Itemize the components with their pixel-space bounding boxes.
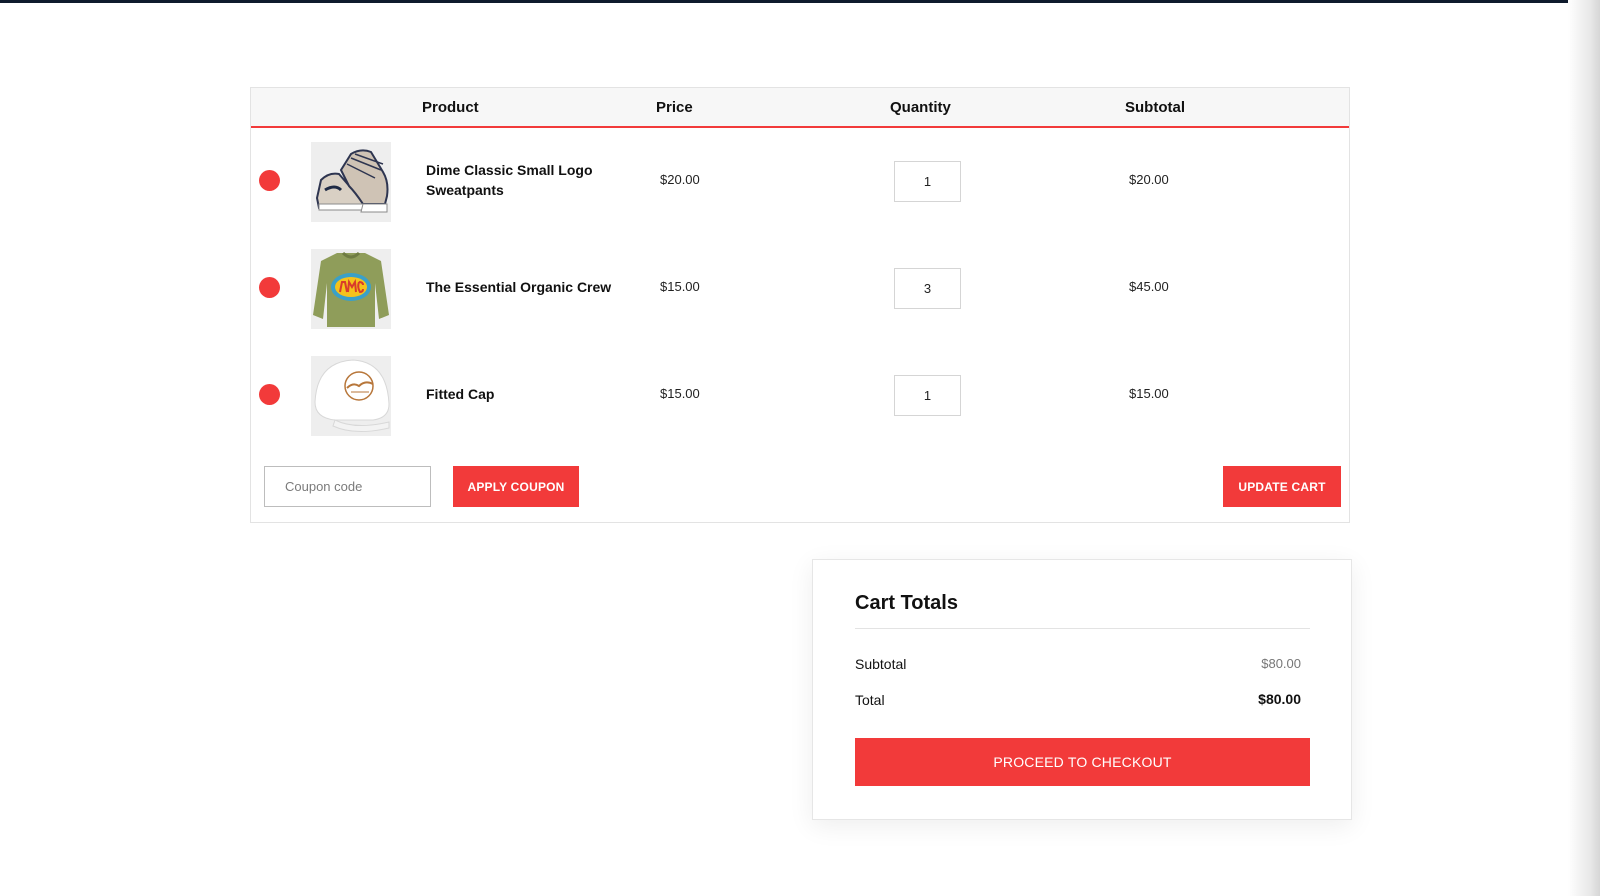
subtotal-label: Subtotal — [855, 656, 907, 672]
cart-totals-panel: Cart Totals Subtotal $80.00 Total $80.00… — [812, 559, 1352, 820]
update-cart-button[interactable]: UPDATE CART — [1223, 466, 1341, 507]
subtotal-value: $80.00 — [1261, 656, 1301, 671]
quantity-input[interactable] — [894, 375, 961, 416]
coupon-code-input[interactable] — [264, 466, 431, 507]
table-header: Product Price Quantity Subtotal — [251, 88, 1349, 128]
cart-table: Product Price Quantity Subtotal Dime Cla… — [250, 87, 1350, 523]
sneakers-image — [311, 142, 391, 222]
product-subtotal: $15.00 — [1129, 386, 1169, 401]
scrollbar[interactable] — [1568, 0, 1600, 896]
remove-item-button[interactable] — [259, 384, 280, 405]
cart-totals-title: Cart Totals — [855, 592, 958, 614]
product-thumbnail[interactable] — [311, 356, 391, 436]
product-name[interactable]: Dime Classic Small Logo Sweatpants — [426, 160, 616, 200]
product-thumbnail[interactable] — [311, 142, 391, 222]
proceed-to-checkout-button[interactable]: PROCEED TO CHECKOUT — [855, 738, 1310, 786]
product-subtotal: $20.00 — [1129, 172, 1169, 187]
header-quantity: Quantity — [890, 99, 951, 116]
total-label: Total — [855, 692, 885, 708]
product-thumbnail[interactable] — [311, 249, 391, 329]
header-price: Price — [656, 99, 693, 116]
mockup-cap-image — [311, 356, 391, 436]
quantity-input[interactable] — [894, 268, 961, 309]
omg-sweater-image — [311, 249, 391, 329]
product-price: $20.00 — [660, 172, 700, 187]
total-value: $80.00 — [1258, 691, 1301, 707]
table-row: Fitted Cap $15.00 $15.00 — [251, 342, 1349, 449]
quantity-input[interactable] — [894, 161, 961, 202]
table-row: The Essential Organic Crew $15.00 $45.00 — [251, 235, 1349, 342]
product-price: $15.00 — [660, 279, 700, 294]
top-bar — [0, 0, 1568, 3]
header-subtotal: Subtotal — [1125, 99, 1185, 116]
remove-item-button[interactable] — [259, 277, 280, 298]
product-subtotal: $45.00 — [1129, 279, 1169, 294]
divider — [855, 628, 1310, 629]
remove-item-button[interactable] — [259, 170, 280, 191]
header-product: Product — [422, 99, 479, 116]
product-name[interactable]: Fitted Cap — [426, 384, 616, 404]
product-price: $15.00 — [660, 386, 700, 401]
product-name[interactable]: The Essential Organic Crew — [426, 277, 636, 297]
table-row: Dime Classic Small Logo Sweatpants $20.0… — [251, 128, 1349, 235]
apply-coupon-button[interactable]: APPLY COUPON — [453, 466, 579, 507]
